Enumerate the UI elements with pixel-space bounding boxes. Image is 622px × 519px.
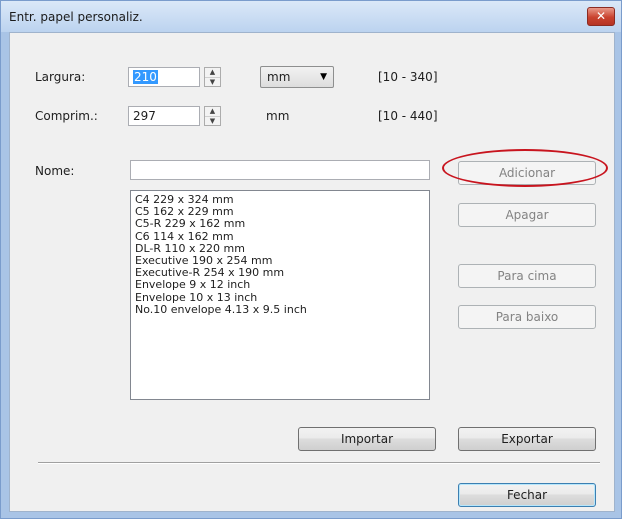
spin-up-icon[interactable]: ▲ — [205, 107, 220, 117]
close-button[interactable]: Fechar — [458, 483, 596, 507]
chevron-down-icon: ▼ — [320, 72, 327, 82]
separator — [38, 462, 600, 464]
delete-button[interactable]: Apagar — [458, 203, 596, 227]
paper-size-list[interactable]: C4 229 x 324 mm C5 162 x 229 mm C5-R 229… — [130, 190, 430, 400]
spin-down-icon[interactable]: ▼ — [205, 117, 220, 126]
unit-dropdown[interactable]: mm ▼ — [260, 66, 334, 88]
close-window-button[interactable]: ✕ — [587, 7, 615, 26]
window-title: Entr. papel personaliz. — [9, 10, 143, 24]
length-label: Comprim.: — [35, 109, 98, 123]
name-input[interactable] — [130, 160, 430, 180]
width-range: [10 - 340] — [378, 70, 438, 84]
dialog-body: Largura: 210 ▲ ▼ mm ▼ [10 - 340] Comprim… — [9, 32, 615, 512]
width-spinner[interactable]: ▲ ▼ — [204, 67, 221, 87]
unit-dropdown-value: mm — [267, 70, 291, 84]
spin-down-icon[interactable]: ▼ — [205, 78, 220, 87]
width-label: Largura: — [35, 70, 86, 84]
import-button[interactable]: Importar — [298, 427, 436, 451]
length-spinner[interactable]: ▲ ▼ — [204, 106, 221, 126]
list-item[interactable]: Envelope 10 x 13 inch — [135, 291, 425, 304]
move-down-button[interactable]: Para baixo — [458, 305, 596, 329]
length-range: [10 - 440] — [378, 109, 438, 123]
list-item[interactable]: C6 114 x 162 mm — [135, 230, 425, 243]
width-input[interactable]: 210 — [128, 67, 200, 87]
export-button[interactable]: Exportar — [458, 427, 596, 451]
title-bar[interactable]: Entr. papel personaliz. ✕ — [1, 1, 621, 32]
name-label: Nome: — [35, 164, 75, 178]
spin-up-icon[interactable]: ▲ — [205, 68, 220, 78]
list-item[interactable]: C5-R 229 x 162 mm — [135, 218, 425, 230]
width-value: 210 — [133, 70, 158, 84]
length-unit: mm — [266, 109, 290, 123]
custom-paper-dialog: Entr. papel personaliz. ✕ Largura: 210 ▲… — [0, 0, 622, 519]
list-item[interactable]: No.10 envelope 4.13 x 9.5 inch — [135, 303, 425, 316]
length-input[interactable]: 297 — [128, 106, 200, 126]
move-up-button[interactable]: Para cima — [458, 264, 596, 288]
list-item[interactable]: Envelope 9 x 12 inch — [135, 279, 425, 291]
add-button[interactable]: Adicionar — [458, 161, 596, 185]
length-value: 297 — [133, 109, 156, 123]
